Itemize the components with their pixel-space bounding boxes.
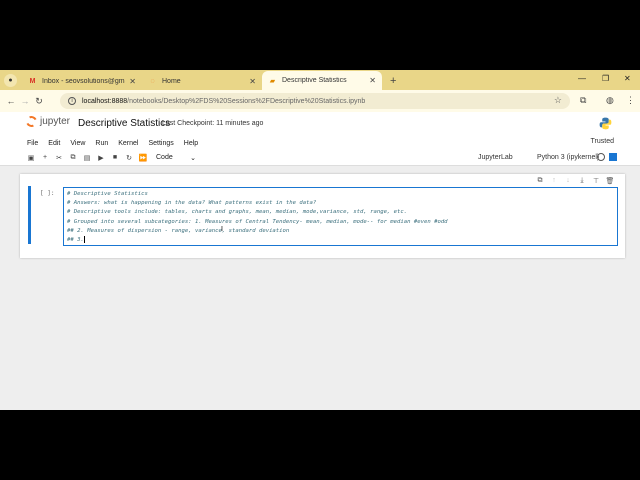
code-line: # Answers: what is happening in the data… xyxy=(67,200,317,207)
site-info-icon[interactable]: i xyxy=(68,97,76,105)
jupyter-logo[interactable]: jupyter xyxy=(24,114,71,129)
save-icon[interactable]: ▣ xyxy=(24,154,38,162)
profile-avatar-icon[interactable]: ◍ xyxy=(606,95,614,106)
jupyter-logo-icon xyxy=(24,114,39,129)
copy-icon[interactable]: ⧉ xyxy=(66,154,80,162)
move-up-icon[interactable]: ↑ xyxy=(547,177,561,185)
menu-file[interactable]: File xyxy=(27,140,38,147)
text-cursor xyxy=(83,236,85,244)
tab-label: Inbox - seovsolutions@gmai... xyxy=(42,77,125,85)
tab-home[interactable]: ◌ Home ✕ xyxy=(142,72,262,90)
cell-type-select[interactable]: Code ⌄ xyxy=(156,154,196,162)
cell-prompt: [ ]: xyxy=(40,190,55,197)
back-icon[interactable]: ← xyxy=(4,96,18,106)
jupyter-favicon: ◌ xyxy=(150,77,155,85)
tab-inbox[interactable]: M Inbox - seovsolutions@gmai... ✕ xyxy=(22,72,142,90)
tab-label: Descriptive Statistics xyxy=(282,77,347,84)
menu-view[interactable]: View xyxy=(70,140,85,147)
last-checkpoint: Last Checkpoint: 11 minutes ago xyxy=(162,120,264,127)
browser-menu-icon[interactable]: ⋮ xyxy=(626,95,635,106)
insert-below-icon[interactable]: ⤓ xyxy=(575,177,589,185)
jupyter-logo-text: jupyter xyxy=(40,116,71,127)
forward-icon[interactable]: → xyxy=(18,96,32,106)
extensions-icon[interactable]: ⧉ xyxy=(580,95,586,106)
restart-run-all-icon[interactable]: ⏩ xyxy=(136,154,150,162)
close-icon[interactable]: ✕ xyxy=(249,77,256,86)
code-line: # Descriptive Statistics xyxy=(67,191,148,197)
window-close-icon[interactable]: ✕ xyxy=(624,74,631,83)
code-line-text: ## 3. xyxy=(67,237,84,244)
run-icon[interactable]: ▶ xyxy=(94,154,108,162)
kernel-menu-icon[interactable] xyxy=(609,153,617,161)
restore-icon[interactable]: ❐ xyxy=(602,74,609,83)
code-line: ## 2. Measures of dispersion - range, va… xyxy=(67,227,290,234)
tab-descriptive-statistics[interactable]: ▰ Descriptive Statistics ✕ xyxy=(262,71,382,90)
menu-kernel[interactable]: Kernel xyxy=(118,140,138,147)
stop-icon[interactable]: ■ xyxy=(108,154,122,161)
cell-toolbar: ⧉ ↑ ↓ ⤓ ⊤ 🗑 xyxy=(533,177,617,185)
move-down-icon[interactable]: ↓ xyxy=(561,177,575,185)
code-cell-editor[interactable]: # Descriptive Statistics # Answers: what… xyxy=(63,187,618,246)
trusted-indicator[interactable]: Trusted xyxy=(591,138,614,145)
browser-tab-strip: ● M Inbox - seovsolutions@gmai... ✕ ◌ Ho… xyxy=(0,70,640,90)
chevron-down-icon: ⌄ xyxy=(190,154,196,162)
screen: ● M Inbox - seovsolutions@gmai... ✕ ◌ Ho… xyxy=(0,70,640,410)
notebook-favicon: ▰ xyxy=(269,77,276,85)
close-icon[interactable]: ✕ xyxy=(129,77,136,86)
duplicate-cell-icon[interactable]: ⧉ xyxy=(533,177,547,185)
code-line-current: ## 3. xyxy=(67,236,614,245)
kernel-status-icon xyxy=(597,153,605,161)
code-line: # Grouped into several subcategories: 1.… xyxy=(67,218,448,225)
url-host: localhost:8888 xyxy=(82,97,128,105)
tab-label: Home xyxy=(162,77,181,85)
reload-icon[interactable]: ↻ xyxy=(32,96,46,107)
restart-icon[interactable]: ↻ xyxy=(122,154,136,162)
browser-toolbar: ← → ↻ i localhost:8888 /notebooks/Deskto… xyxy=(0,90,640,112)
address-bar[interactable]: i localhost:8888 /notebooks/Desktop%2FDS… xyxy=(60,93,570,109)
profile-icon[interactable]: ● xyxy=(4,74,17,87)
menu-bar: File Edit View Run Kernel Settings Help … xyxy=(0,136,640,150)
notebook-title[interactable]: Descriptive Statistics xyxy=(78,118,170,129)
notebook-toolbar: ▣ + ✂ ⧉ ▤ ▶ ■ ↻ ⏩ Code ⌄ JupyterLab Pyth… xyxy=(0,150,640,166)
minimize-icon[interactable]: — xyxy=(578,74,586,83)
menu-run[interactable]: Run xyxy=(95,140,108,147)
menu-edit[interactable]: Edit xyxy=(48,140,60,147)
menu-help[interactable]: Help xyxy=(184,140,198,147)
menu-settings[interactable]: Settings xyxy=(148,140,173,147)
close-icon[interactable]: ✕ xyxy=(369,76,376,85)
jupyter-header: jupyter Descriptive Statistics Last Chec… xyxy=(0,112,640,136)
active-cell-indicator xyxy=(28,186,31,244)
bookmark-star-icon[interactable]: ☆ xyxy=(554,95,562,106)
paste-icon[interactable]: ▤ xyxy=(80,154,94,162)
mouse-pointer-icon: I xyxy=(221,226,223,233)
cut-icon[interactable]: ✂ xyxy=(52,154,66,162)
gmail-icon: M xyxy=(29,77,36,85)
notebook-area: [ ]: # Descriptive Statistics # Answers:… xyxy=(20,174,625,258)
code-line: # Descriptive tools include: tables, cha… xyxy=(67,209,408,216)
jupyterlab-link[interactable]: JupyterLab xyxy=(478,154,513,161)
insert-cell-icon[interactable]: + xyxy=(38,154,52,161)
python-logo-icon xyxy=(599,117,612,130)
new-tab-icon[interactable]: + xyxy=(390,75,396,87)
cell-type-value: Code xyxy=(156,153,173,161)
url-path: /notebooks/Desktop%2FDS%20Sessions%2FDes… xyxy=(127,97,366,105)
format-cell-icon[interactable]: ⊤ xyxy=(589,177,603,185)
delete-cell-icon[interactable]: 🗑 xyxy=(603,177,617,185)
kernel-name[interactable]: Python 3 (ipykernel) xyxy=(537,154,599,161)
